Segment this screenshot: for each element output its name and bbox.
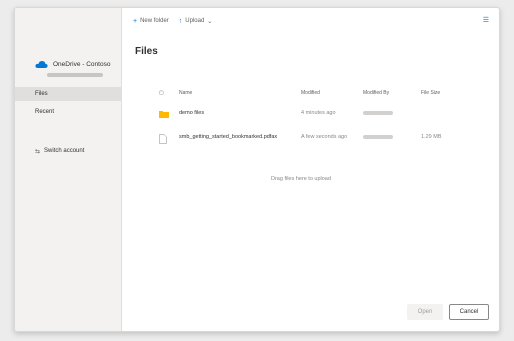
file-modified-by-redacted [363,110,393,116]
sidebar-item-recent[interactable]: Recent [15,105,54,119]
switch-account-icon: ⇆ [35,148,41,155]
file-modified: 4 minutes ago [301,110,336,116]
account-name: OneDrive - Contoso [53,61,111,68]
new-folder-label: New folder [140,18,169,24]
new-folder-button[interactable]: + New folder [133,18,169,25]
file-type-header-icon: ▢ [159,90,164,96]
chevron-down-icon: ⌄ [207,18,213,25]
open-button[interactable]: Open [407,304,443,320]
main-content: Files ▢ Name Modified Modified By File S… [121,34,499,331]
sidebar-item-switch-account[interactable]: ⇆ Switch account [15,144,84,158]
file-name[interactable]: smb_getting_started_bookmarked.pdfax [179,134,277,140]
plus-icon: + [133,17,138,25]
sidebar-item-label: Switch account [44,148,85,154]
column-modified[interactable]: Modified [301,90,320,96]
file-modified-by-redacted [363,134,393,140]
toolbar: + New folder ↑ Upload ⌄ ☰ [121,8,499,34]
column-name[interactable]: Name [179,90,192,96]
sidebar-item-label: Files [35,91,48,97]
upload-arrow-icon: ↑ [178,17,183,25]
page-title: Files [135,46,158,57]
upload-button[interactable]: ↑ Upload ⌄ [179,18,213,25]
file-size: 1.29 MB [421,134,442,140]
list-item[interactable]: smb_getting_started_bookmarked.pdfax A f… [121,134,499,152]
list-item[interactable]: demo files 4 minutes ago [121,110,499,128]
file-name[interactable]: demo files [179,110,204,116]
view-options-icon[interactable]: ☰ [483,16,489,24]
drop-zone-hint: Drag files here to upload [271,176,331,182]
sidebar-item-label: Recent [35,109,55,115]
file-modified: A few seconds ago [301,134,348,140]
folder-icon [159,110,169,120]
sidebar-item-files[interactable]: Files [15,87,121,101]
file-list-header: ▢ Name Modified Modified By File Size [121,90,499,100]
file-picker-dialog: OneDrive - Contoso Files Recent ⇆ Switch… [14,7,500,332]
column-modified-by[interactable]: Modified By [363,90,389,96]
account-email-redacted [47,73,103,77]
cancel-button[interactable]: Cancel [449,304,489,320]
upload-label: Upload [185,18,205,24]
onedrive-cloud-icon [35,61,48,68]
sidebar: OneDrive - Contoso Files Recent ⇆ Switch… [15,8,122,331]
column-file-size[interactable]: File Size [421,90,440,96]
document-icon [159,134,167,146]
account-header: OneDrive - Contoso [35,60,110,69]
